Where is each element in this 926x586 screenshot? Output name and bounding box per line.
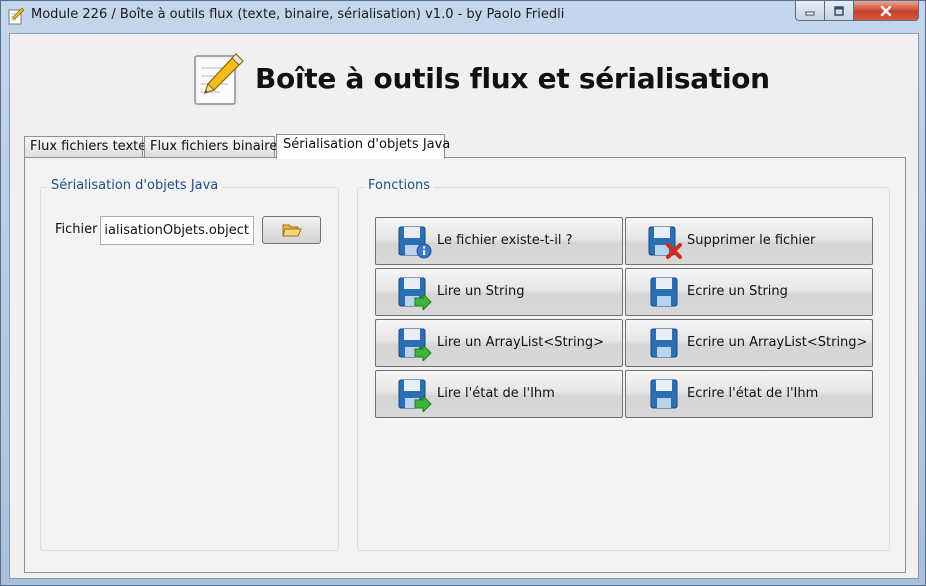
- floppy-write-icon: [650, 277, 678, 307]
- floppy-read-icon: [398, 328, 432, 361]
- close-icon: [880, 5, 892, 16]
- delete-file-button[interactable]: Supprimer le fichier: [625, 217, 873, 265]
- maximize-button[interactable]: [824, 1, 854, 21]
- check-file-exists-button[interactable]: Le fichier existe-t-il ?: [375, 217, 623, 265]
- read-string-button[interactable]: Lire un String: [375, 268, 623, 316]
- floppy-write-icon: [650, 379, 678, 409]
- notepad-pencil-icon: [194, 53, 244, 107]
- write-ihm-state-button[interactable]: Ecrire l'état de l'Ihm: [625, 370, 873, 418]
- serialization-group-title: Sérialisation d'objets Java: [47, 178, 223, 193]
- check-file-exists-label: Le fichier existe-t-il ?: [437, 233, 573, 248]
- tab-binary-files[interactable]: Flux fichiers binaires: [144, 136, 284, 158]
- write-arraylist-label: Ecrire un ArrayList<String>: [687, 335, 868, 350]
- floppy-delete-icon: [648, 226, 682, 259]
- write-arraylist-button[interactable]: Ecrire un ArrayList<String>: [625, 319, 873, 367]
- minimize-button[interactable]: [795, 1, 825, 21]
- write-string-button[interactable]: Ecrire un String: [625, 268, 873, 316]
- tab-panel-serialization: Sérialisation d'objets Java Fichier Fonc…: [24, 157, 906, 573]
- file-label: Fichier: [55, 222, 98, 237]
- write-string-label: Ecrire un String: [687, 284, 788, 299]
- maximize-icon: [834, 5, 844, 16]
- functions-group-title: Fonctions: [364, 178, 435, 193]
- read-arraylist-button[interactable]: Lire un ArrayList<String>: [375, 319, 623, 367]
- read-string-label: Lire un String: [437, 284, 525, 299]
- functions-group: Fonctions Le fichier existe-t-il ? Suppr…: [357, 178, 890, 551]
- floppy-info-icon: [398, 226, 432, 259]
- client-area: Boîte à outils flux et sérialisation Flu…: [9, 33, 919, 579]
- write-ihm-state-label: Ecrire l'état de l'Ihm: [687, 386, 819, 401]
- title-bar[interactable]: Module 226 / Boîte à outils flux (texte,…: [1, 1, 925, 31]
- browse-file-button[interactable]: [262, 216, 321, 244]
- minimize-icon: [805, 11, 815, 15]
- read-ihm-state-button[interactable]: Lire l'état de l'Ihm: [375, 370, 623, 418]
- app-window: Module 226 / Boîte à outils flux (texte,…: [0, 0, 926, 586]
- delete-file-label: Supprimer le fichier: [687, 233, 816, 248]
- floppy-read-icon: [398, 277, 432, 310]
- file-path-input[interactable]: [100, 216, 254, 245]
- window-title: Module 226 / Boîte à outils flux (texte,…: [31, 7, 565, 22]
- read-arraylist-label: Lire un ArrayList<String>: [437, 335, 604, 350]
- page-title: Boîte à outils flux et sérialisation: [255, 62, 770, 95]
- tab-serialization[interactable]: Sérialisation d'objets Java: [276, 134, 450, 159]
- tab-text-files[interactable]: Flux fichiers texte: [24, 136, 146, 158]
- close-button[interactable]: [853, 1, 919, 21]
- serialization-group: Sérialisation d'objets Java Fichier: [40, 178, 339, 551]
- floppy-read-icon: [398, 379, 432, 412]
- floppy-write-icon: [650, 328, 678, 358]
- folder-open-icon: [281, 224, 302, 237]
- read-ihm-state-label: Lire l'état de l'Ihm: [437, 386, 555, 401]
- notepad-pencil-icon: [8, 7, 25, 25]
